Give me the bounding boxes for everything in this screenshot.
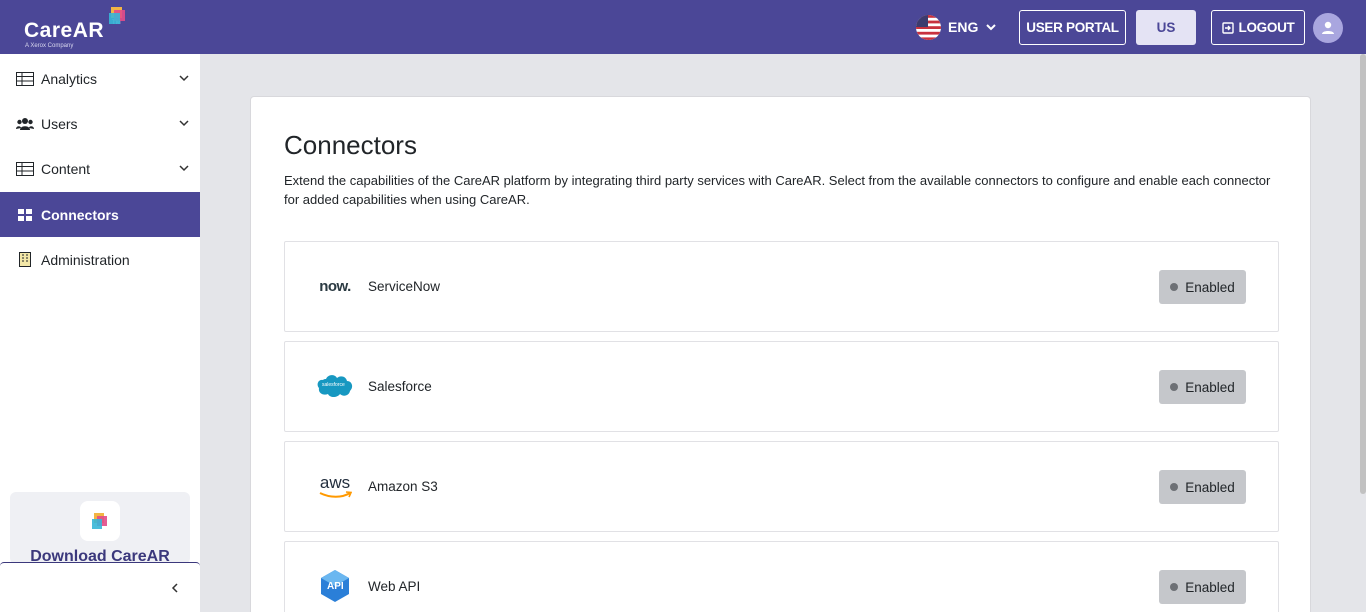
connector-card-salesforce[interactable]: salesforce Salesforce Enabled — [284, 341, 1279, 432]
user-avatar[interactable] — [1313, 13, 1343, 43]
sidebar-item-label: Connectors — [41, 206, 119, 223]
sidebar-collapse-bar — [0, 562, 200, 612]
table-icon — [16, 71, 34, 87]
grid-icon — [16, 207, 34, 223]
page-title: Connectors — [284, 130, 417, 160]
connector-card-web-api[interactable]: API Web API Enabled — [284, 541, 1279, 612]
chevron-down-icon — [179, 120, 189, 127]
download-carear-card[interactable]: Download CareAR — [10, 492, 190, 564]
logout-label: LOGOUT — [1238, 20, 1295, 35]
logo-text: CareAR — [24, 19, 105, 42]
aws-logo-icon: aws — [315, 469, 355, 503]
chevron-left-icon[interactable] — [170, 583, 180, 593]
servicenow-logo-icon: now. — [315, 269, 355, 303]
status-label: Enabled — [1185, 579, 1235, 595]
connector-name: Amazon S3 — [368, 479, 438, 494]
users-icon — [16, 116, 34, 132]
status-label: Enabled — [1185, 379, 1235, 395]
top-bar: CareAR TM A Xerox Company ENG USER PORTA… — [0, 0, 1366, 54]
sidebar-item-label: Users — [41, 115, 78, 132]
salesforce-logo-icon: salesforce — [315, 369, 355, 403]
sidebar-item-label: Analytics — [41, 70, 98, 87]
aws-logo-text: aws — [319, 472, 351, 492]
sidebar-item-label: Content — [41, 160, 91, 177]
page-description: Extend the capabilities of the CareAR pl… — [284, 173, 1271, 207]
user-icon — [1322, 21, 1334, 34]
logo-subtitle: A Xerox Company — [25, 43, 74, 49]
connector-name: Web API — [368, 579, 421, 594]
status-dot — [1170, 283, 1179, 291]
logout-button[interactable]: LOGOUT — [1211, 10, 1305, 45]
building-icon — [16, 252, 34, 268]
user-portal-button[interactable]: USER PORTAL — [1019, 10, 1126, 45]
chevron-down-icon — [986, 24, 997, 31]
status-label: Enabled — [1185, 279, 1235, 295]
chevron-down-icon — [179, 75, 189, 82]
status-badge[interactable]: Enabled — [1159, 270, 1246, 304]
web-api-logo-icon: API — [315, 569, 355, 603]
page-scrollbar[interactable] — [1360, 54, 1366, 494]
connector-name: Salesforce — [368, 379, 432, 394]
status-badge[interactable]: Enabled — [1159, 470, 1246, 504]
status-label: Enabled — [1185, 479, 1235, 495]
connector-card-servicenow[interactable]: now. ServiceNow Enabled — [284, 241, 1279, 332]
connector-card-amazon-s3[interactable]: aws Amazon S3 Enabled — [284, 441, 1279, 532]
sidebar-item-connectors[interactable]: Connectors — [0, 192, 200, 237]
status-dot — [1170, 383, 1179, 391]
sidebar-item-users[interactable]: Users — [0, 101, 200, 146]
status-dot — [1170, 483, 1179, 491]
sidebar: Analytics Users Content Connectors Admin… — [0, 54, 200, 612]
status-badge[interactable]: Enabled — [1159, 570, 1246, 604]
language-label: ENG — [948, 19, 979, 35]
sidebar-item-administration[interactable]: Administration — [0, 237, 200, 282]
carear-logo[interactable]: CareAR TM A Xerox Company — [22, 6, 132, 50]
table-icon — [16, 161, 34, 177]
us-flag-icon — [916, 14, 941, 40]
web-api-logo-text: API — [327, 581, 344, 592]
sidebar-item-content[interactable]: Content — [0, 146, 200, 191]
salesforce-logo-text: salesforce — [322, 382, 345, 388]
region-button[interactable]: US — [1136, 10, 1196, 45]
status-dot — [1170, 583, 1179, 591]
sidebar-item-analytics[interactable]: Analytics — [0, 56, 200, 101]
language-selector[interactable]: ENG — [916, 14, 997, 40]
carear-app-icon — [80, 501, 120, 541]
chevron-down-icon — [179, 165, 189, 172]
connector-name: ServiceNow — [368, 279, 441, 294]
status-badge[interactable]: Enabled — [1159, 370, 1246, 404]
connectors-panel: Connectors Extend the capabilities of th… — [250, 96, 1311, 612]
logo-mark-icon — [109, 7, 125, 24]
sidebar-item-label: Administration — [41, 251, 130, 268]
logout-icon — [1221, 21, 1234, 34]
servicenow-logo-text: now. — [319, 277, 351, 295]
